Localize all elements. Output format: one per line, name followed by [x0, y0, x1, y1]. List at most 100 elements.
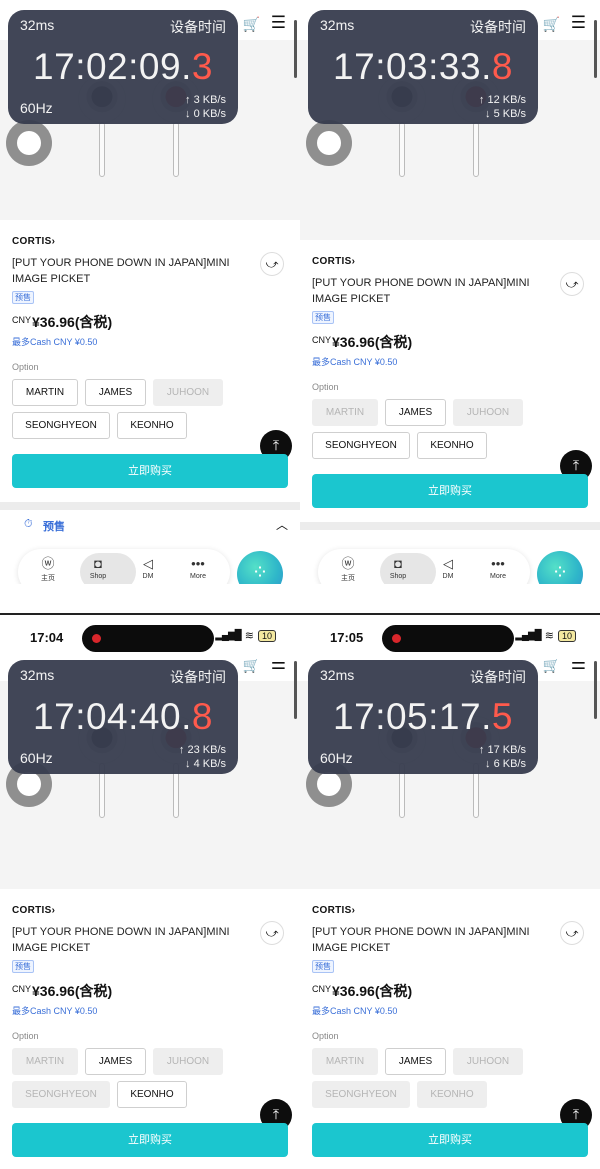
chevron-right-icon: › — [351, 905, 356, 916]
share-button[interactable]: ⤻ — [560, 272, 584, 296]
option-list: MARTIN JAMES JUHOON SEONGHYEON KEONHO — [12, 379, 244, 439]
nav-item-more[interactable]: ••• More — [478, 555, 518, 580]
buy-now-button[interactable]: 立即购买 — [312, 474, 588, 508]
share-button[interactable]: ⤻ — [260, 252, 284, 276]
option-james-button[interactable]: JAMES — [385, 399, 446, 426]
brand-link[interactable]: CORTIS› — [12, 905, 292, 916]
option-juhoon-button: JUHOON — [453, 1048, 523, 1075]
overlay-refresh: 60Hz — [20, 750, 53, 766]
scroll-thumb[interactable] — [294, 661, 297, 719]
nav-label: DM — [142, 573, 154, 580]
option-james-button[interactable]: JAMES — [385, 1048, 446, 1075]
option-juhoon-button: JUHOON — [153, 1048, 223, 1075]
option-martin-button: MARTIN — [312, 399, 378, 426]
share-button[interactable]: ⤻ — [260, 921, 284, 945]
status-bar: 17:05 ▂▄▆█ ≋ 10 — [300, 615, 600, 659]
overlay-upload: ↑ 23 KB/s — [178, 744, 226, 756]
cart-icon[interactable]: 🛒 — [243, 657, 260, 674]
clock-icon: ⏱ — [24, 518, 33, 530]
brand-link[interactable]: CORTIS› — [312, 905, 592, 916]
nav-item-shop[interactable]: ◘ Shop — [78, 555, 118, 580]
performance-overlay: 32ms 设备时间 17:04:40.8 60Hz ↑ 23 KB/s ↓ 4 KB/s — [8, 660, 238, 774]
brand-name: CORTIS — [12, 905, 52, 916]
overlay-clock: 17:05:17.5 — [308, 696, 538, 738]
product-info: CORTIS› [PUT YOUR PHONE DOWN IN JAPAN]MIN… — [12, 236, 292, 439]
clock-ms: 8 — [491, 46, 513, 87]
signal-icon: ▂▄▆█ — [215, 630, 242, 641]
chevron-up-icon[interactable]: ︿ — [276, 516, 288, 533]
send-icon: ◁ — [443, 556, 453, 571]
cash-reward: 最多Cash CNY ¥0.50 — [312, 357, 398, 367]
dynamic-island — [82, 625, 214, 652]
ai-assistant-button[interactable]: ⁘ — [237, 551, 283, 584]
clock-ms: 5 — [491, 696, 513, 737]
option-juhoon-button: JUHOON — [153, 379, 223, 406]
nav-item-dm[interactable]: ◁ DM — [128, 555, 168, 580]
home-icon: ⓦ — [41, 556, 55, 571]
nav-item-主页[interactable]: ⓦ 主页 — [328, 555, 368, 583]
scroll-thumb[interactable] — [294, 20, 297, 78]
ai-assistant-button[interactable]: ⁘ — [537, 551, 583, 584]
overlay-refresh: 60Hz — [20, 100, 53, 116]
home-icon: ⓦ — [341, 556, 355, 571]
option-seonghyeon-button[interactable]: SEONGHYEON — [12, 412, 110, 439]
overlay-upload: ↑ 17 KB/s — [478, 744, 526, 756]
bottom-nav: ⓦ 主页 ◘ Shop ◁ DM ••• More — [18, 549, 230, 584]
chevron-right-icon: › — [51, 905, 56, 916]
menu-icon[interactable]: ☰ — [271, 13, 286, 33]
option-martin-button[interactable]: MARTIN — [12, 379, 78, 406]
buy-now-button[interactable]: 立即购买 — [12, 1123, 288, 1157]
brand-link[interactable]: CORTIS› — [12, 236, 292, 247]
menu-icon[interactable]: ☰ — [571, 13, 586, 33]
price-value: ¥36.96(含税) — [332, 983, 413, 999]
battery-icon: 10 — [257, 629, 276, 642]
overlay-clock: 17:02:09.3 — [8, 46, 238, 88]
overlay-label: 设备时间 — [470, 669, 526, 685]
brand-name: CORTIS — [312, 905, 352, 916]
overlay-latency: 32ms — [20, 667, 55, 683]
option-juhoon-button: JUHOON — [453, 399, 523, 426]
nav-item-more[interactable]: ••• More — [178, 555, 218, 580]
buy-now-button[interactable]: 立即购买 — [12, 454, 288, 488]
nav-item-dm[interactable]: ◁ DM — [428, 555, 468, 580]
bottom-nav: ⓦ 主页 ◘ Shop ◁ DM ••• More — [318, 549, 530, 584]
option-keonho-button[interactable]: KEONHO — [417, 432, 487, 459]
chevron-right-icon: › — [351, 256, 356, 267]
buy-now-button[interactable]: 立即购买 — [312, 1123, 588, 1157]
option-keonho-button[interactable]: KEONHO — [117, 412, 187, 439]
screenshot-panel: 🛒 ☰ 17:05 ▂▄▆█ ≋ 10 32ms 设备时间 17:05:17.5 60Hz ↑ 17… — [300, 615, 600, 1169]
option-keonho-button[interactable]: KEONHO — [117, 1081, 187, 1108]
option-james-button[interactable]: JAMES — [85, 379, 146, 406]
clock-main: 17:02:09. — [33, 46, 192, 87]
nav-item-shop[interactable]: ◘ Shop — [378, 555, 418, 580]
nav-label: More — [190, 573, 206, 580]
cart-icon[interactable]: 🛒 — [243, 16, 260, 33]
assistive-touch-button[interactable] — [6, 120, 52, 166]
scroll-thumb[interactable] — [594, 661, 597, 719]
brand-link[interactable]: CORTIS› — [312, 256, 592, 267]
screenshot-panel: 🛒 ☰ 32ms 设备时间 17:03:33.8 ↑ 12 KB/s ↓ 5 KB/s COR… — [300, 0, 600, 584]
overlay-label: 设备时间 — [170, 669, 226, 685]
screenshot-panel: 🛒 ☰ 32ms 设备时间 17:02:09.3 60Hz ↑ 3 KB/s ↓ 0 KB/s… — [0, 0, 300, 584]
clock-main: 17:03:33. — [333, 46, 492, 87]
cart-icon[interactable]: 🛒 — [543, 16, 560, 33]
scroll-thumb[interactable] — [594, 20, 597, 78]
recording-dot-icon — [392, 634, 401, 643]
overlay-download: ↓ 6 KB/s — [485, 758, 526, 770]
cart-icon[interactable]: 🛒 — [543, 657, 560, 674]
option-seonghyeon-button: SEONGHYEON — [312, 1081, 410, 1108]
price-row: CNY ¥36.96(含税) — [12, 981, 292, 1001]
price-currency: CNY — [312, 335, 332, 345]
option-label: Option — [12, 1031, 39, 1041]
option-list: MARTIN JAMES JUHOON SEONGHYEON KEONHO — [12, 1048, 244, 1108]
nav-item-主页[interactable]: ⓦ 主页 — [28, 555, 68, 583]
clock-main: 17:04:40. — [33, 696, 192, 737]
assistive-touch-button[interactable] — [306, 120, 352, 166]
nav-label: Shop — [89, 573, 107, 580]
share-button[interactable]: ⤻ — [560, 921, 584, 945]
option-seonghyeon-button[interactable]: SEONGHYEON — [312, 432, 410, 459]
overlay-download: ↓ 4 KB/s — [185, 758, 226, 770]
presale-section[interactable]: ⏱ 预售 ︿ — [0, 510, 300, 540]
wifi-icon: ≋ — [244, 630, 254, 642]
option-james-button[interactable]: JAMES — [85, 1048, 146, 1075]
